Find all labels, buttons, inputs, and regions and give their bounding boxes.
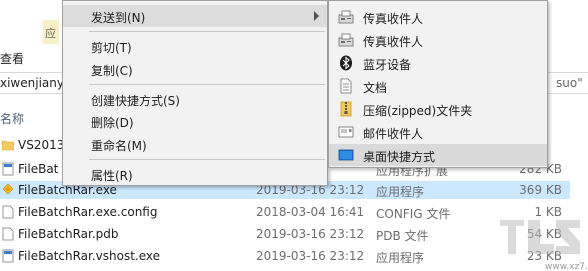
- menu-item-label: 删除(D): [91, 116, 134, 130]
- app-icon: [2, 162, 14, 176]
- document-icon: [340, 78, 352, 94]
- file-date: 2019-03-16 23:12: [256, 227, 365, 241]
- menu-separator: [89, 84, 325, 85]
- context-menu: 发送到(N) 剪切(T) 复制(C) 创建快捷方式(S) 删除(D) 重命名(M…: [62, 0, 328, 186]
- file-name: FileBatchRar.pdb: [18, 227, 119, 241]
- menu-item-create-shortcut[interactable]: 创建快捷方式(S): [63, 88, 327, 110]
- menu-separator: [89, 31, 325, 32]
- desktop-icon: [338, 149, 354, 161]
- file-name: FileBatchRar.exe.config: [18, 205, 158, 219]
- file-row-pdb[interactable]: FileBatchRar.pdb 2019-03-16 23:12 PDB 文件…: [0, 225, 570, 243]
- menu-item-properties[interactable]: 属性(R): [63, 163, 327, 185]
- address-text: xiwenjiany: [0, 76, 64, 90]
- submenu-item-label: 传真收件人: [363, 35, 424, 49]
- submenu-item-label: 文档: [363, 81, 388, 95]
- submenu-item-label: 蓝牙设备: [363, 58, 412, 72]
- submenu-item-desktop-shortcut[interactable]: 桌面快捷方式: [329, 144, 547, 166]
- file-size: 369 KB: [519, 183, 562, 197]
- menu-item-label: 复制(C): [91, 64, 133, 78]
- file-date: 2019-03-16 23:12: [256, 249, 365, 263]
- zip-folder-icon: [340, 101, 352, 117]
- file-row-config[interactable]: FileBatchRar.exe.config 2018-03-04 16:41…: [0, 203, 570, 221]
- submenu-item-mail[interactable]: 邮件收件人: [329, 121, 547, 143]
- fax-icon: [338, 10, 354, 24]
- ribbon-tab-app[interactable]: 应: [43, 20, 59, 44]
- menu-item-label: 剪切(T): [91, 41, 132, 55]
- file-type: PDB 文件: [376, 229, 429, 243]
- folder-icon: [2, 140, 14, 151]
- menu-item-label: 创建快捷方式(S): [91, 94, 180, 108]
- submenu-item-label: 传真收件人: [363, 12, 424, 26]
- menu-item-rename[interactable]: 重命名(M): [63, 133, 327, 155]
- app-icon: [2, 249, 14, 263]
- menu-item-delete[interactable]: 删除(D): [63, 110, 327, 132]
- submenu-item-fax-2[interactable]: 传真收件人: [329, 29, 547, 51]
- column-header-name[interactable]: 名称: [0, 110, 24, 127]
- submenu-item-label: 桌面快捷方式: [363, 150, 436, 164]
- file-name: FileBat: [18, 162, 59, 176]
- menu-item-copy[interactable]: 复制(C): [63, 58, 327, 80]
- fax-icon: [338, 33, 354, 47]
- file-name: VS2013: [18, 138, 65, 152]
- ribbon-tab-view[interactable]: 查看: [0, 50, 24, 67]
- mail-icon: [338, 126, 354, 138]
- file-name: FileBatchRar.vshost.exe: [18, 249, 161, 263]
- menu-item-cut[interactable]: 剪切(T): [63, 35, 327, 57]
- bluetooth-icon: [340, 55, 352, 71]
- menu-item-label: 发送到(N): [91, 11, 146, 25]
- submenu-item-zip-folder[interactable]: 压缩(zipped)文件夹: [329, 98, 547, 120]
- search-box-text[interactable]: suo": [556, 76, 583, 90]
- app-icon: [2, 183, 14, 195]
- file-type: 应用程序: [376, 251, 425, 265]
- file-type: 应用程序: [376, 185, 425, 199]
- send-to-submenu: 传真收件人 传真收件人 蓝牙设备 文档 压缩(zipped)文件夹 邮件收件人 …: [328, 0, 548, 168]
- menu-item-label: 重命名(M): [91, 139, 147, 153]
- menu-separator: [89, 159, 325, 160]
- file-icon: [2, 227, 14, 241]
- submenu-item-bluetooth[interactable]: 蓝牙设备: [329, 52, 547, 74]
- submenu-item-label: 压缩(zipped)文件夹: [363, 104, 473, 118]
- submenu-item-documents[interactable]: 文档: [329, 75, 547, 97]
- file-row-vshost[interactable]: FileBatchRar.vshost.exe 2019-03-16 23:12…: [0, 247, 570, 265]
- submenu-arrow-icon: [314, 11, 319, 21]
- watermark-text: www.xz7.com: [545, 262, 588, 271]
- menu-item-label: 属性(R): [91, 169, 133, 183]
- submenu-item-label: 邮件收件人: [363, 127, 424, 141]
- menu-item-send-to[interactable]: 发送到(N): [63, 5, 327, 27]
- file-date: 2018-03-04 16:41: [256, 205, 365, 219]
- file-icon: [2, 205, 14, 219]
- file-type: CONFIG 文件: [376, 207, 451, 221]
- submenu-item-fax-1[interactable]: 传真收件人: [329, 6, 547, 28]
